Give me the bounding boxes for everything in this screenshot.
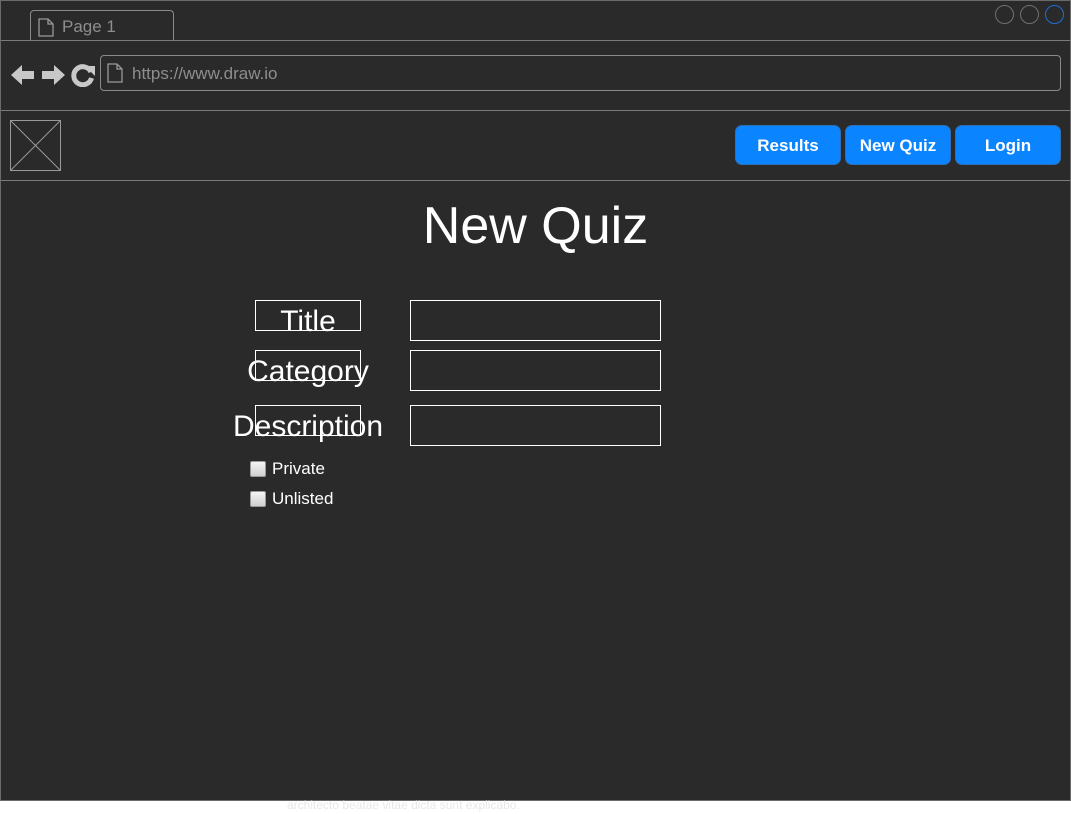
close-button[interactable] xyxy=(1045,5,1064,24)
minimize-button[interactable] xyxy=(995,5,1014,24)
description-input[interactable] xyxy=(410,405,661,446)
browser-tab[interactable]: Page 1 xyxy=(30,10,174,40)
url-bar[interactable]: https://www.draw.io xyxy=(100,55,1061,91)
url-text: https://www.draw.io xyxy=(132,64,278,83)
login-button[interactable]: Login xyxy=(955,125,1061,165)
unlisted-label: Unlisted xyxy=(272,489,334,508)
address-bar-row: https://www.draw.io xyxy=(1,41,1070,111)
document-icon xyxy=(38,18,54,42)
description-label: Description xyxy=(232,410,384,443)
private-label: Private xyxy=(272,459,325,478)
tab-strip: Page 1 xyxy=(1,1,1070,41)
category-input[interactable] xyxy=(410,350,661,391)
reload-icon[interactable] xyxy=(71,63,95,92)
forward-arrow-icon[interactable] xyxy=(41,63,65,92)
site-header: Results New Quiz Login xyxy=(1,111,1070,181)
footer-text: architecto beatae vitae dicta sunt expli… xyxy=(287,798,520,812)
title-label: Title xyxy=(280,305,336,338)
browser-window: Page 1 https://www.draw.io Results New Q… xyxy=(0,0,1071,801)
new-quiz-button[interactable]: New Quiz xyxy=(845,125,951,165)
back-arrow-icon[interactable] xyxy=(11,63,35,92)
page-title: New Quiz xyxy=(422,197,649,255)
maximize-button[interactable] xyxy=(1020,5,1039,24)
image-placeholder-icon xyxy=(10,120,62,177)
category-label: Category xyxy=(247,355,369,388)
unlisted-checkbox[interactable] xyxy=(250,491,266,507)
document-icon xyxy=(107,63,123,88)
title-input[interactable] xyxy=(410,300,661,341)
tab-label: Page 1 xyxy=(62,17,116,36)
private-checkbox[interactable] xyxy=(250,461,266,477)
results-button[interactable]: Results xyxy=(735,125,841,165)
